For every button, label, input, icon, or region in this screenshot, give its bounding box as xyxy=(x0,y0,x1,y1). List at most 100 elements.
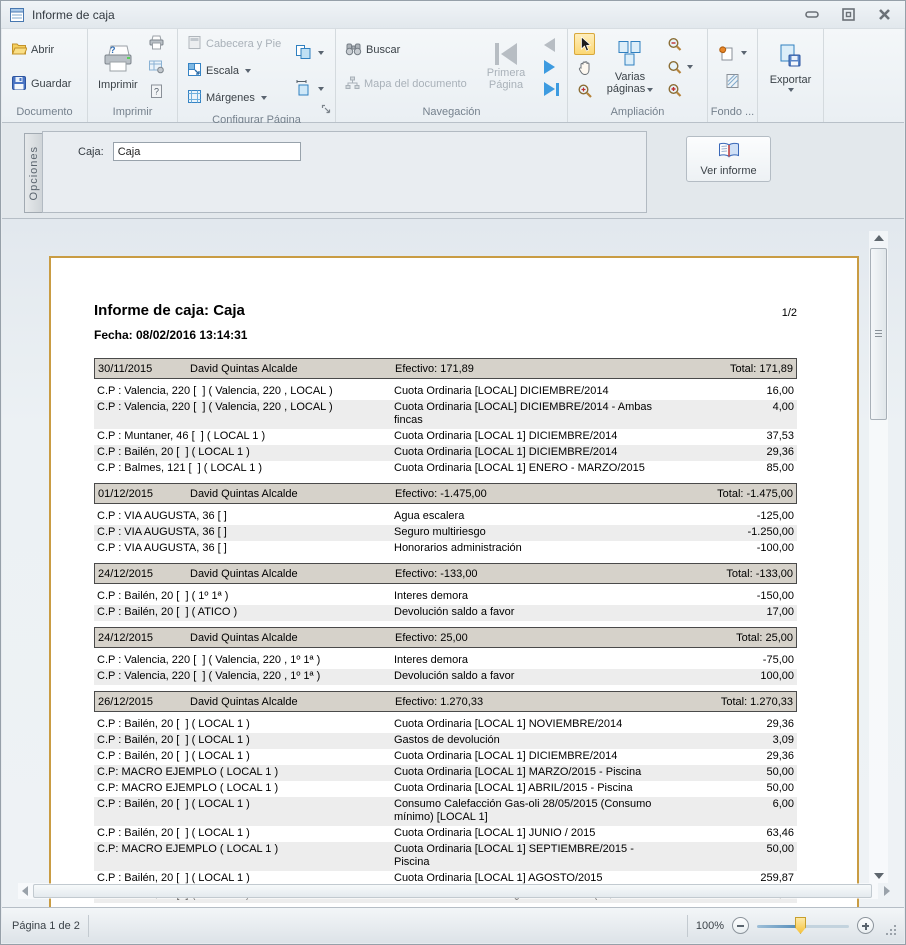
row-property: C.P : VIA AUGUSTA, 36 [ ] xyxy=(97,542,394,555)
app-icon xyxy=(9,7,25,23)
opciones-tab[interactable]: Opciones xyxy=(24,133,42,213)
vertical-scroll-thumb[interactable] xyxy=(870,248,887,420)
table-row: C.P : Bailén, 20 [ ] ( LOCAL 1 )Consumo … xyxy=(94,797,797,826)
zoom-in-icon[interactable] xyxy=(665,81,687,100)
group-date: 30/11/2015 xyxy=(98,363,190,375)
zoom-dropdown-icon[interactable] xyxy=(665,58,695,77)
table-row: C.P: MACRO EJEMPLO ( LOCAL 1 )Cuota Ordi… xyxy=(94,842,797,871)
header-footer-icon xyxy=(187,35,202,53)
group-header-row: 24/12/2015David Quintas AlcaldeEfectivo:… xyxy=(94,563,797,584)
next-page-icon[interactable] xyxy=(542,58,557,76)
page-color-button[interactable] xyxy=(715,43,750,63)
row-property: C.P : Muntaner, 46 [ ] ( LOCAL 1 ) xyxy=(97,430,394,443)
zoom-slider[interactable] xyxy=(757,917,849,934)
ribbon-group-configurar: Cabecera y Pie Escala Márgenes xyxy=(178,29,336,122)
row-amount: -100,00 xyxy=(724,542,794,555)
group-caption-imprimir: Imprimir xyxy=(88,105,177,122)
varias-paginas-button[interactable]: Varias páginas xyxy=(601,38,659,97)
table-row: C.P : Bailén, 20 [ ] ( LOCAL 1 )Cuota Or… xyxy=(94,717,797,733)
row-concept: Gastos de devolución xyxy=(394,734,724,747)
paper-size-button[interactable] xyxy=(292,42,327,65)
hand-tool-icon[interactable] xyxy=(574,58,595,78)
row-amount: 29,36 xyxy=(724,446,794,459)
table-row: C.P : Bailén, 20 [ ] ( LOCAL 1 )Cuota Or… xyxy=(94,826,797,842)
ver-informe-button[interactable]: Ver informe xyxy=(686,136,771,182)
row-property: C.P: MACRO EJEMPLO ( LOCAL 1 ) xyxy=(97,782,394,795)
folder-open-icon xyxy=(11,41,27,60)
report-title: Informe de caja: Caja xyxy=(94,302,245,319)
table-row: C.P : Balmes, 121 [ ] ( LOCAL 1 )Cuota O… xyxy=(94,461,797,477)
ribbon-filler xyxy=(824,29,904,122)
group-total: Total: -1.475,00 xyxy=(717,488,793,500)
paper-size-icon xyxy=(295,44,312,63)
group-date: 24/12/2015 xyxy=(98,632,190,644)
horizontal-scrollbar[interactable] xyxy=(18,883,878,899)
row-amount: 3,09 xyxy=(724,734,794,747)
restore-button[interactable] xyxy=(837,6,859,23)
group-header-row: 30/11/2015David Quintas AlcaldeEfectivo:… xyxy=(94,358,797,379)
scroll-up-icon[interactable] xyxy=(869,231,888,245)
row-concept: Cuota Ordinaria [LOCAL] DICIEMBRE/2014 -… xyxy=(394,401,724,427)
row-concept: Cuota Ordinaria [LOCAL 1] DICIEMBRE/2014 xyxy=(394,750,724,763)
vertical-scrollbar[interactable] xyxy=(869,231,888,883)
group-caption-ampliacion: Ampliación xyxy=(568,105,707,122)
row-property: C.P : Valencia, 220 [ ] ( Valencia, 220 … xyxy=(97,385,394,398)
group-date: 24/12/2015 xyxy=(98,568,190,580)
row-concept: Cuota Ordinaria [LOCAL] DICIEMBRE/2014 xyxy=(394,385,724,398)
margins-icon xyxy=(187,89,202,107)
guardar-button[interactable]: Guardar xyxy=(8,73,74,96)
row-property: C.P : Valencia, 220 [ ] ( Valencia, 220 … xyxy=(97,401,394,427)
table-row: C.P : Valencia, 220 [ ] ( Valencia, 220 … xyxy=(94,653,797,669)
scroll-left-icon[interactable] xyxy=(18,883,32,899)
app-window: Informe de caja Abrir Guardar xyxy=(0,0,906,945)
ribbon-group-navegacion: Buscar Mapa del documento Primera Página xyxy=(336,29,568,122)
zoom-in-button[interactable] xyxy=(857,917,874,934)
horizontal-scroll-thumb[interactable] xyxy=(33,884,872,898)
resize-grip[interactable] xyxy=(884,923,898,937)
parameters-icon[interactable]: ? xyxy=(146,81,167,101)
row-property: C.P : Valencia, 220 [ ] ( Valencia, 220 … xyxy=(97,670,394,683)
ribbon-group-fondo: Fondo ... xyxy=(708,29,758,122)
row-concept: Cuota Ordinaria [LOCAL 1] NOVIEMBRE/2014 xyxy=(394,718,724,731)
table-row: C.P : Bailén, 20 [ ] ( ATICO )Devolución… xyxy=(94,605,797,621)
zoom-out-button[interactable] xyxy=(732,917,749,934)
row-property: C.P : Bailén, 20 [ ] ( LOCAL 1 ) xyxy=(97,750,394,763)
orientation-button[interactable] xyxy=(292,77,327,101)
group-efectivo: Efectivo: -1.475,00 xyxy=(395,488,717,500)
zoom-slider-thumb[interactable] xyxy=(795,917,806,934)
zoom-out-icon[interactable] xyxy=(665,35,687,54)
buscar-button[interactable]: Buscar xyxy=(342,40,403,61)
svg-text:?: ? xyxy=(110,45,116,55)
row-amount: -125,00 xyxy=(724,510,794,523)
row-amount: -75,00 xyxy=(724,654,794,667)
minimize-button[interactable] xyxy=(801,6,823,23)
margenes-button[interactable]: Márgenes xyxy=(184,87,270,109)
escala-button[interactable]: Escala xyxy=(184,60,254,82)
dialog-launcher-icon[interactable] xyxy=(321,102,332,120)
row-concept: Cuota Ordinaria [LOCAL 1] DICIEMBRE/2014 xyxy=(394,446,724,459)
group-name: David Quintas Alcalde xyxy=(190,488,395,500)
quick-print-icon[interactable] xyxy=(146,33,167,52)
close-button[interactable] xyxy=(873,6,895,23)
watermark-button[interactable] xyxy=(722,71,743,91)
svg-text:?: ? xyxy=(154,87,159,97)
scroll-right-icon[interactable] xyxy=(880,883,894,899)
last-page-icon[interactable] xyxy=(542,80,561,98)
magnifier-tool-icon[interactable] xyxy=(574,81,595,101)
ribbon-group-imprimir: ? Imprimir ? Imprimir xyxy=(88,29,178,122)
row-amount: 50,00 xyxy=(724,766,794,779)
dropdown-caret xyxy=(741,51,747,55)
abrir-button[interactable]: Abrir xyxy=(8,39,57,62)
table-row: C.P : Bailén, 20 [ ] ( LOCAL 1 )Cuota Or… xyxy=(94,445,797,461)
print-options-icon[interactable] xyxy=(146,57,167,76)
table-row: C.P : Bailén, 20 [ ] ( LOCAL 1 )Gastos d… xyxy=(94,733,797,749)
caja-input[interactable] xyxy=(113,142,301,161)
row-property: C.P : Bailén, 20 [ ] ( 1º 1ª ) xyxy=(97,590,394,603)
exportar-button[interactable]: Exportar xyxy=(766,41,816,94)
imprimir-button[interactable]: ? Imprimir xyxy=(94,42,142,93)
row-amount: 4,00 xyxy=(724,401,794,427)
binoculars-icon xyxy=(345,42,362,59)
pointer-tool-icon[interactable] xyxy=(574,33,595,55)
title-bar: Informe de caja xyxy=(1,1,905,29)
scroll-down-icon[interactable] xyxy=(869,869,888,883)
